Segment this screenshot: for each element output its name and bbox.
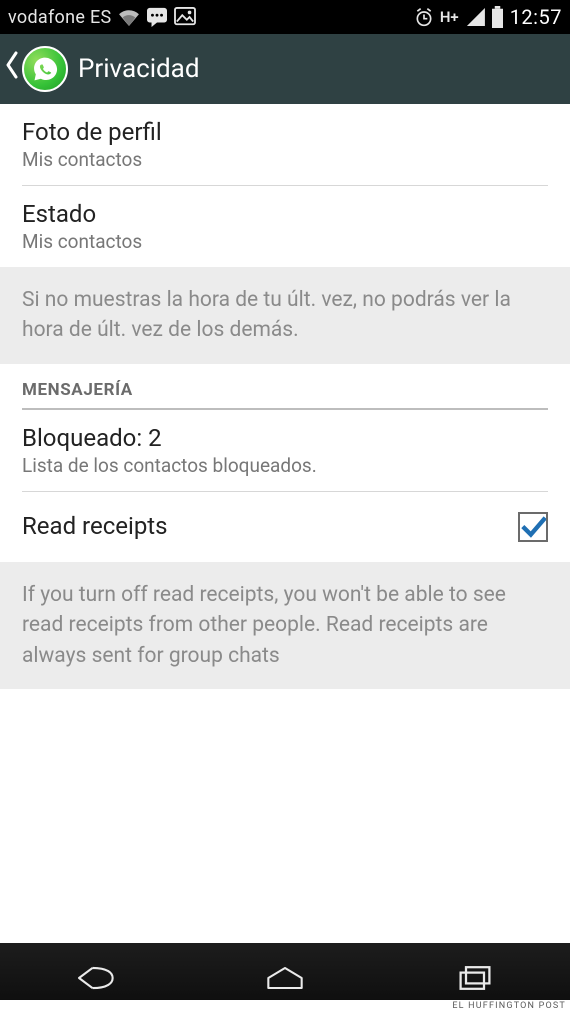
status-right: H+ 12:57 <box>414 5 562 29</box>
row-blocked[interactable]: Bloqueado: 2 Lista de los contactos bloq… <box>0 410 570 491</box>
action-bar: Privacidad <box>0 34 570 104</box>
info-last-seen: Si no muestras la hora de tu últ. vez, n… <box>0 267 570 364</box>
nav-home-button[interactable] <box>225 953 345 1003</box>
row-blocked-sub: Lista de los contactos bloqueados. <box>22 454 548 477</box>
section-header-messaging: MENSAJERÍA <box>0 364 570 408</box>
image-source-caption: EL HUFFINGTON POST <box>0 1000 570 1013</box>
info-read-receipts: If you turn off read receipts, you won't… <box>0 562 570 689</box>
android-status-bar: vodafone ES H+ 12:57 <box>0 0 570 34</box>
sms-notification-icon <box>146 7 168 27</box>
whatsapp-logo-icon <box>22 46 68 92</box>
nav-back-button[interactable] <box>35 953 155 1003</box>
clock-label: 12:57 <box>510 5 562 29</box>
row-read-receipts-title: Read receipts <box>22 512 518 540</box>
settings-list[interactable]: Foto de perfil Mis contactos Estado Mis … <box>0 104 570 943</box>
carrier-label: vodafone ES <box>8 7 112 28</box>
wifi-icon <box>118 8 140 26</box>
screen: vodafone ES H+ 12:57 <box>0 0 570 1013</box>
info-last-seen-text: Si no muestras la hora de tu últ. vez, n… <box>22 288 511 342</box>
row-profile-photo-title: Foto de perfil <box>22 118 548 146</box>
page-title: Privacidad <box>78 54 199 84</box>
status-left: vodafone ES <box>8 7 196 28</box>
row-status-title: Estado <box>22 200 548 228</box>
read-receipts-checkbox[interactable] <box>518 512 548 542</box>
network-type-label: H+ <box>440 8 459 26</box>
signal-icon <box>465 8 485 26</box>
battery-icon <box>491 6 504 28</box>
back-button[interactable] <box>4 51 22 87</box>
row-status[interactable]: Estado Mis contactos <box>0 186 570 267</box>
row-blocked-title: Bloqueado: 2 <box>22 424 548 452</box>
image-notification-icon <box>174 7 196 27</box>
nav-recent-button[interactable] <box>415 953 535 1003</box>
row-status-value: Mis contactos <box>22 230 548 253</box>
alarm-icon <box>414 7 434 27</box>
row-profile-photo-value: Mis contactos <box>22 148 548 171</box>
row-read-receipts[interactable]: Read receipts <box>0 492 570 562</box>
info-read-receipts-text: If you turn off read receipts, you won't… <box>22 583 506 668</box>
row-profile-photo[interactable]: Foto de perfil Mis contactos <box>0 104 570 185</box>
